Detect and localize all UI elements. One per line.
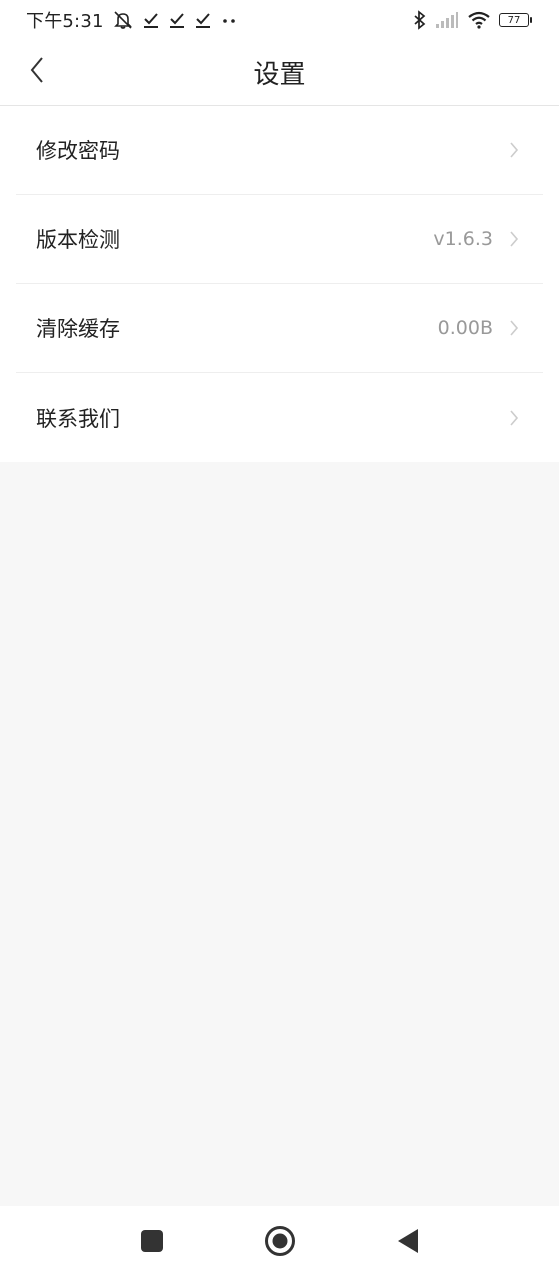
status-bar-right: 77 — [413, 10, 532, 30]
chevron-right-icon — [509, 141, 519, 159]
mute-icon — [112, 10, 134, 30]
bluetooth-icon — [413, 10, 427, 30]
settings-item-right — [493, 409, 519, 427]
status-bar: 下午5:31 77 — [0, 0, 559, 40]
settings-item-version-check[interactable]: 版本检测 v1.6.3 — [16, 195, 543, 284]
home-icon — [264, 1225, 296, 1261]
home-button[interactable] — [256, 1219, 304, 1267]
settings-list: 修改密码 版本检测 v1.6.3 清除缓存 0.00B 联系我们 — [0, 106, 559, 462]
wifi-icon — [467, 11, 491, 29]
status-bar-left: 下午5:31 — [26, 7, 238, 33]
signal-icon — [435, 11, 459, 29]
battery-level: 77 — [507, 14, 521, 26]
settings-item-label: 修改密码 — [36, 139, 120, 163]
chevron-right-icon — [509, 319, 519, 337]
settings-item-label: 联系我们 — [36, 406, 120, 431]
settings-item-right — [493, 141, 519, 159]
back-button[interactable] — [22, 57, 52, 87]
battery-icon: 77 — [499, 13, 532, 27]
recent-apps-button[interactable] — [128, 1219, 176, 1267]
more-dots-icon — [220, 11, 238, 29]
chevron-left-icon — [29, 56, 45, 88]
navigation-bar — [0, 1206, 559, 1280]
settings-item-right: 0.00B — [438, 317, 519, 339]
settings-item-label: 清除缓存 — [36, 317, 120, 341]
check-icon — [194, 11, 212, 29]
status-time: 下午5:31 — [26, 11, 104, 32]
header: 设置 — [0, 40, 559, 106]
chevron-right-icon — [509, 409, 519, 427]
settings-item-contact-us[interactable]: 联系我们 — [16, 373, 543, 462]
page-title: 设置 — [253, 60, 306, 90]
settings-item-change-password[interactable]: 修改密码 — [16, 106, 543, 195]
check-icon — [168, 11, 186, 29]
chevron-right-icon — [509, 230, 519, 248]
check-icon — [142, 11, 160, 29]
cache-size-value: 0.00B — [437, 317, 493, 339]
system-back-button[interactable] — [384, 1219, 432, 1267]
settings-item-label: 版本检测 — [36, 228, 120, 252]
recent-apps-icon — [140, 1229, 164, 1257]
version-value: v1.6.3 — [433, 228, 493, 250]
back-icon — [396, 1227, 420, 1259]
settings-item-right: v1.6.3 — [433, 228, 519, 250]
settings-item-clear-cache[interactable]: 清除缓存 0.00B — [16, 284, 543, 373]
